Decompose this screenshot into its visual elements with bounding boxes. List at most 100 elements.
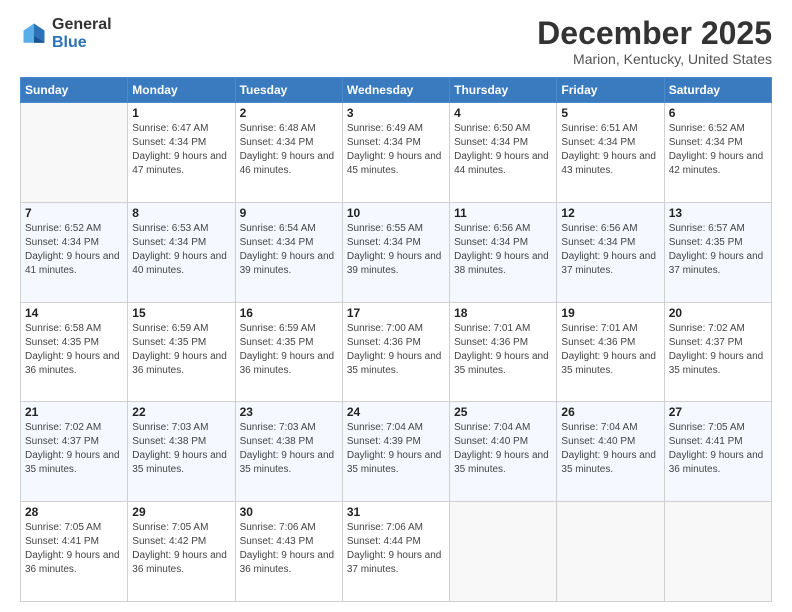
day-info: Sunrise: 7:00 AMSunset: 4:36 PMDaylight:… — [347, 322, 445, 378]
day-info: Sunrise: 7:06 AMSunset: 4:43 PMDaylight:… — [240, 521, 338, 577]
day-info: Sunrise: 6:55 AMSunset: 4:34 PMDaylight:… — [347, 222, 445, 278]
day-info: Sunrise: 7:04 AMSunset: 4:39 PMDaylight:… — [347, 421, 445, 477]
calendar-cell — [450, 502, 557, 602]
subtitle: Marion, Kentucky, United States — [537, 51, 772, 67]
calendar-header-row: SundayMondayTuesdayWednesdayThursdayFrid… — [21, 78, 772, 103]
calendar-cell: 15 Sunrise: 6:59 AMSunset: 4:35 PMDayligh… — [128, 302, 235, 402]
calendar-cell: 22 Sunrise: 7:03 AMSunset: 4:38 PMDayligh… — [128, 402, 235, 502]
calendar-cell: 26 Sunrise: 7:04 AMSunset: 4:40 PMDayligh… — [557, 402, 664, 502]
calendar-cell: 14 Sunrise: 6:58 AMSunset: 4:35 PMDayligh… — [21, 302, 128, 402]
day-header-monday: Monday — [128, 78, 235, 103]
day-info: Sunrise: 6:58 AMSunset: 4:35 PMDaylight:… — [25, 322, 123, 378]
calendar-cell: 12 Sunrise: 6:56 AMSunset: 4:34 PMDayligh… — [557, 202, 664, 302]
main-title: December 2025 — [537, 16, 772, 51]
calendar-cell: 4 Sunrise: 6:50 AMSunset: 4:34 PMDaylight… — [450, 103, 557, 203]
day-number: 21 — [25, 405, 123, 419]
calendar-cell: 17 Sunrise: 7:00 AMSunset: 4:36 PMDayligh… — [342, 302, 449, 402]
logo-general: General — [52, 16, 112, 33]
day-info: Sunrise: 7:05 AMSunset: 4:42 PMDaylight:… — [132, 521, 230, 577]
day-number: 11 — [454, 206, 552, 220]
day-header-saturday: Saturday — [664, 78, 771, 103]
day-number: 25 — [454, 405, 552, 419]
calendar-cell: 23 Sunrise: 7:03 AMSunset: 4:38 PMDayligh… — [235, 402, 342, 502]
day-number: 26 — [561, 405, 659, 419]
calendar-cell: 16 Sunrise: 6:59 AMSunset: 4:35 PMDayligh… — [235, 302, 342, 402]
day-number: 12 — [561, 206, 659, 220]
day-number: 17 — [347, 306, 445, 320]
week-row-1: 1 Sunrise: 6:47 AMSunset: 4:34 PMDaylight… — [21, 103, 772, 203]
day-number: 28 — [25, 505, 123, 519]
calendar-cell: 24Sunrise: 7:04 AMSunset: 4:39 PMDayligh… — [342, 402, 449, 502]
day-info: Sunrise: 7:02 AMSunset: 4:37 PMDaylight:… — [669, 322, 767, 378]
calendar-cell: 8 Sunrise: 6:53 AMSunset: 4:34 PMDaylight… — [128, 202, 235, 302]
day-info: Sunrise: 7:06 AMSunset: 4:44 PMDaylight:… — [347, 521, 445, 577]
day-header-friday: Friday — [557, 78, 664, 103]
day-info: Sunrise: 6:47 AMSunset: 4:34 PMDaylight:… — [132, 122, 230, 178]
day-header-thursday: Thursday — [450, 78, 557, 103]
calendar-cell: 20 Sunrise: 7:02 AMSunset: 4:37 PMDayligh… — [664, 302, 771, 402]
day-number: 18 — [454, 306, 552, 320]
day-info: Sunrise: 7:05 AMSunset: 4:41 PMDaylight:… — [669, 421, 767, 477]
week-row-5: 28Sunrise: 7:05 AMSunset: 4:41 PMDayligh… — [21, 502, 772, 602]
day-number: 9 — [240, 206, 338, 220]
day-info: Sunrise: 6:52 AMSunset: 4:34 PMDaylight:… — [25, 222, 123, 278]
calendar-cell: 2 Sunrise: 6:48 AMSunset: 4:34 PMDaylight… — [235, 103, 342, 203]
calendar-cell — [557, 502, 664, 602]
day-info: Sunrise: 6:56 AMSunset: 4:34 PMDaylight:… — [454, 222, 552, 278]
day-info: Sunrise: 6:59 AMSunset: 4:35 PMDaylight:… — [132, 322, 230, 378]
day-number: 14 — [25, 306, 123, 320]
day-header-tuesday: Tuesday — [235, 78, 342, 103]
day-number: 16 — [240, 306, 338, 320]
week-row-3: 14 Sunrise: 6:58 AMSunset: 4:35 PMDayligh… — [21, 302, 772, 402]
calendar-cell: 29 Sunrise: 7:05 AMSunset: 4:42 PMDayligh… — [128, 502, 235, 602]
day-number: 23 — [240, 405, 338, 419]
day-number: 22 — [132, 405, 230, 419]
calendar-cell: 19 Sunrise: 7:01 AMSunset: 4:36 PMDayligh… — [557, 302, 664, 402]
day-info: Sunrise: 6:53 AMSunset: 4:34 PMDaylight:… — [132, 222, 230, 278]
day-info: Sunrise: 6:50 AMSunset: 4:34 PMDaylight:… — [454, 122, 552, 178]
day-number: 19 — [561, 306, 659, 320]
day-info: Sunrise: 7:03 AMSunset: 4:38 PMDaylight:… — [132, 421, 230, 477]
day-info: Sunrise: 7:04 AMSunset: 4:40 PMDaylight:… — [561, 421, 659, 477]
day-number: 29 — [132, 505, 230, 519]
day-info: Sunrise: 7:04 AMSunset: 4:40 PMDaylight:… — [454, 421, 552, 477]
page: General Blue December 2025 Marion, Kentu… — [0, 0, 792, 612]
calendar-table: SundayMondayTuesdayWednesdayThursdayFrid… — [20, 77, 772, 602]
day-info: Sunrise: 7:03 AMSunset: 4:38 PMDaylight:… — [240, 421, 338, 477]
week-row-2: 7 Sunrise: 6:52 AMSunset: 4:34 PMDaylight… — [21, 202, 772, 302]
day-info: Sunrise: 7:01 AMSunset: 4:36 PMDaylight:… — [454, 322, 552, 378]
calendar-cell: 11 Sunrise: 6:56 AMSunset: 4:34 PMDayligh… — [450, 202, 557, 302]
day-number: 1 — [132, 106, 230, 120]
calendar-cell: 13Sunrise: 6:57 AMSunset: 4:35 PMDayligh… — [664, 202, 771, 302]
calendar-cell: 18 Sunrise: 7:01 AMSunset: 4:36 PMDayligh… — [450, 302, 557, 402]
day-info: Sunrise: 6:54 AMSunset: 4:34 PMDaylight:… — [240, 222, 338, 278]
calendar-cell: 7 Sunrise: 6:52 AMSunset: 4:34 PMDaylight… — [21, 202, 128, 302]
calendar-cell: 1 Sunrise: 6:47 AMSunset: 4:34 PMDaylight… — [128, 103, 235, 203]
day-number: 8 — [132, 206, 230, 220]
day-number: 2 — [240, 106, 338, 120]
day-info: Sunrise: 7:02 AMSunset: 4:37 PMDaylight:… — [25, 421, 123, 477]
day-number: 4 — [454, 106, 552, 120]
calendar-cell: 9 Sunrise: 6:54 AMSunset: 4:34 PMDaylight… — [235, 202, 342, 302]
day-info: Sunrise: 6:52 AMSunset: 4:34 PMDaylight:… — [669, 122, 767, 178]
day-header-wednesday: Wednesday — [342, 78, 449, 103]
calendar-cell: 25 Sunrise: 7:04 AMSunset: 4:40 PMDayligh… — [450, 402, 557, 502]
header: General Blue December 2025 Marion, Kentu… — [20, 16, 772, 67]
day-number: 30 — [240, 505, 338, 519]
calendar-cell: 31Sunrise: 7:06 AMSunset: 4:44 PMDayligh… — [342, 502, 449, 602]
day-info: Sunrise: 6:59 AMSunset: 4:35 PMDaylight:… — [240, 322, 338, 378]
day-number: 20 — [669, 306, 767, 320]
calendar-cell: 6Sunrise: 6:52 AMSunset: 4:34 PMDaylight… — [664, 103, 771, 203]
day-info: Sunrise: 6:48 AMSunset: 4:34 PMDaylight:… — [240, 122, 338, 178]
day-info: Sunrise: 7:01 AMSunset: 4:36 PMDaylight:… — [561, 322, 659, 378]
title-section: December 2025 Marion, Kentucky, United S… — [537, 16, 772, 67]
day-info: Sunrise: 6:49 AMSunset: 4:34 PMDaylight:… — [347, 122, 445, 178]
day-number: 13 — [669, 206, 767, 220]
calendar-cell: 27Sunrise: 7:05 AMSunset: 4:41 PMDayligh… — [664, 402, 771, 502]
calendar-cell: 3Sunrise: 6:49 AMSunset: 4:34 PMDaylight… — [342, 103, 449, 203]
day-number: 7 — [25, 206, 123, 220]
day-info: Sunrise: 6:56 AMSunset: 4:34 PMDaylight:… — [561, 222, 659, 278]
day-number: 15 — [132, 306, 230, 320]
calendar-cell: 30 Sunrise: 7:06 AMSunset: 4:43 PMDayligh… — [235, 502, 342, 602]
calendar-cell: 10Sunrise: 6:55 AMSunset: 4:34 PMDayligh… — [342, 202, 449, 302]
